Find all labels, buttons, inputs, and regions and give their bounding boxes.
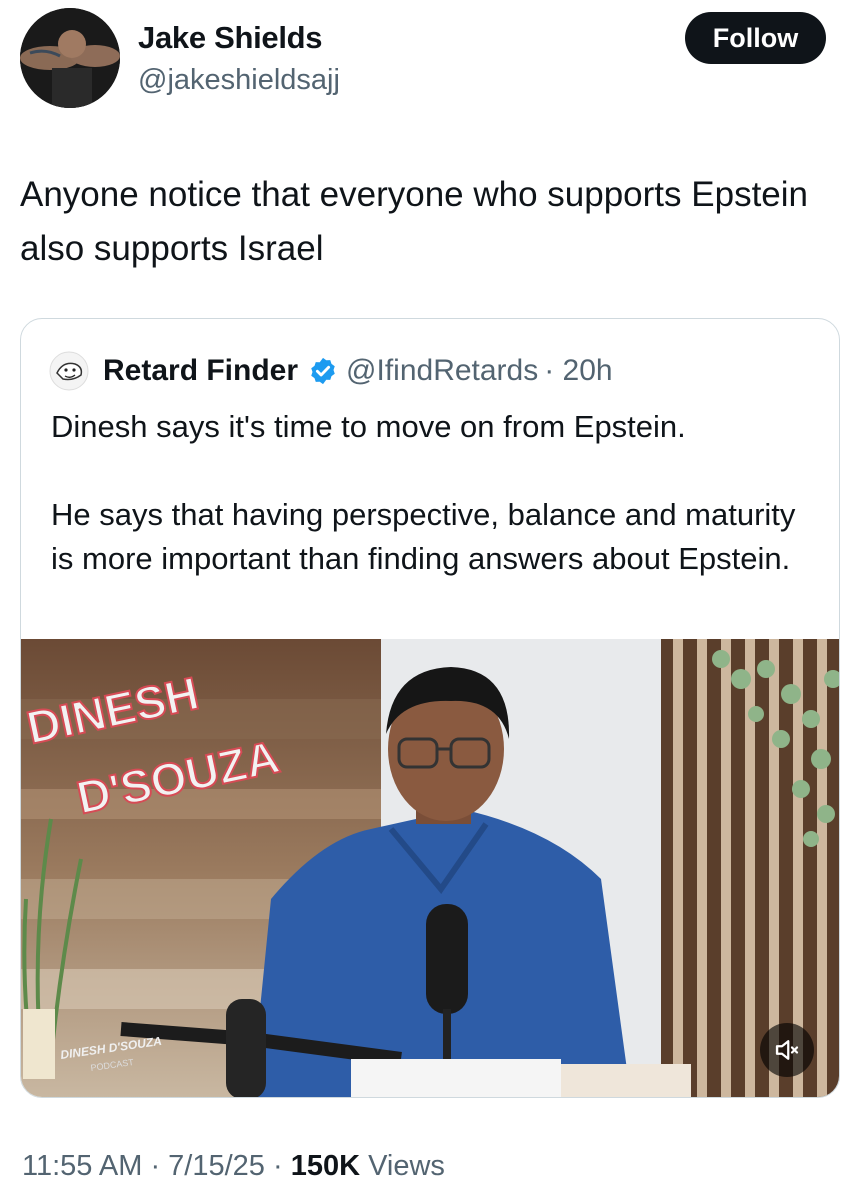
meta-separator: ·	[264, 1150, 291, 1182]
tweet-text: Anyone notice that everyone who supports…	[20, 175, 808, 268]
avatar-photo	[20, 8, 120, 108]
quoted-tweet-card[interactable]: Retard Finder @IfindRetards · 20h Dinesh…	[20, 318, 840, 1098]
tweet-time[interactable]: 11:55 AM	[22, 1150, 142, 1182]
quoted-author-name[interactable]: Retard Finder	[103, 354, 298, 388]
quoted-video[interactable]: DINESH D'SOUZA DINESH D'SOUZA PODCAST	[21, 639, 839, 1097]
views-label: Views	[360, 1150, 445, 1182]
follow-button[interactable]: Follow	[685, 12, 826, 64]
quoted-paragraph-2: He says that having perspective, balance…	[51, 497, 796, 576]
video-frame: DINESH D'SOUZA DINESH D'SOUZA PODCAST	[21, 639, 839, 1097]
quoted-tweet-header: Retard Finder @IfindRetards · 20h	[49, 349, 613, 393]
quoted-avatar-icon	[49, 351, 89, 391]
quoted-paragraph-1: Dinesh says it's time to move on from Ep…	[51, 409, 686, 444]
meta-separator: ·	[142, 1150, 169, 1182]
author-handle[interactable]: @jakeshieldsajj	[138, 64, 340, 97]
quoted-author-avatar[interactable]	[49, 351, 89, 391]
author-name[interactable]: Jake Shields	[138, 20, 323, 56]
quoted-tweet-text: Dinesh says it's time to move on from Ep…	[51, 405, 821, 625]
views-count: 150K	[290, 1150, 361, 1182]
tweet-date[interactable]: 7/15/25	[168, 1150, 265, 1182]
tweet-meta: 11:55 AM · 7/15/25 · 150K Views	[22, 1150, 445, 1183]
author-avatar[interactable]	[20, 8, 120, 108]
verified-badge-icon	[311, 357, 335, 385]
speaker-muted-icon	[775, 1040, 799, 1060]
quoted-author-handle[interactable]: @IfindRetards	[346, 354, 538, 388]
mute-button[interactable]	[760, 1023, 814, 1077]
quoted-tweet-time[interactable]: · 20h	[544, 354, 612, 388]
